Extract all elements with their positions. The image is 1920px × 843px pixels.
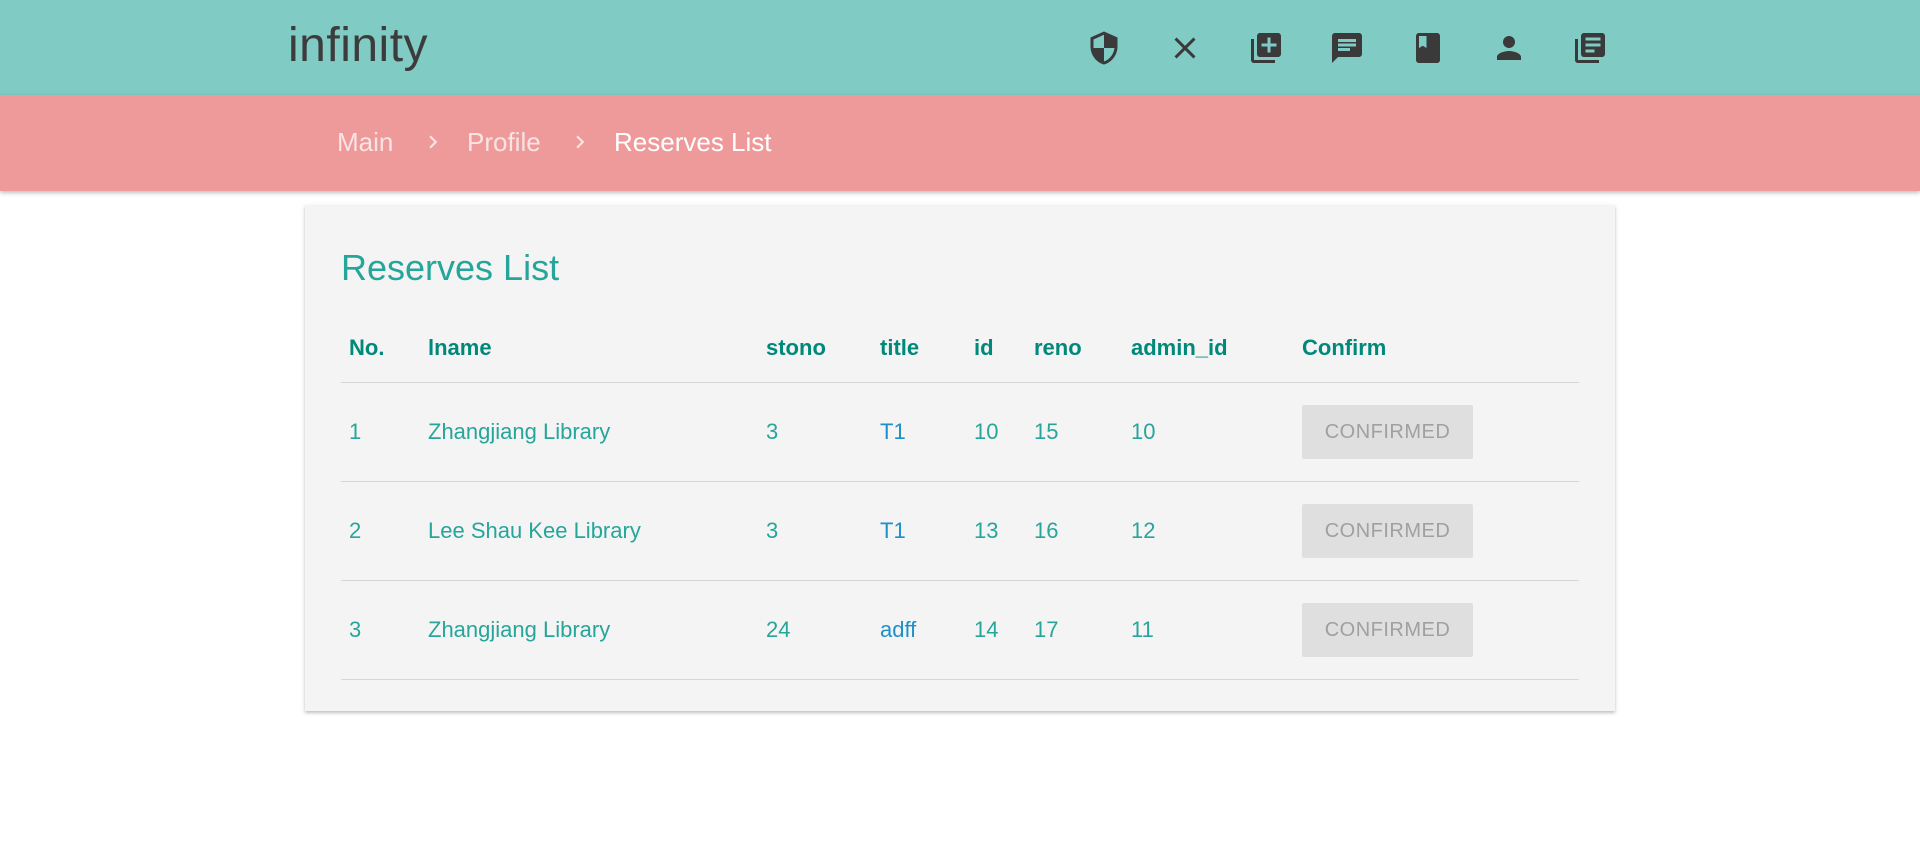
table-row: 2 Lee Shau Kee Library 3 T1 13 16 12 CON… [341,482,1579,581]
cell-no: 2 [349,518,362,543]
breadcrumb-main[interactable]: Main [337,127,393,158]
column-header-lname: lname [428,335,492,360]
cell-lname: Zhangjiang Library [428,617,611,642]
cell-id: 14 [974,617,999,642]
breadcrumb-profile[interactable]: Profile [467,127,541,158]
cell-id: 13 [974,518,999,543]
cell-reno: 15 [1034,419,1059,444]
cell-title-link[interactable]: T1 [880,419,906,445]
cell-stono: 3 [766,419,779,444]
column-header-no: No. [349,335,385,360]
cell-lname: Lee Shau Kee Library [428,518,641,543]
library-books-icon[interactable] [1566,24,1614,72]
person-icon[interactable] [1485,24,1533,72]
cell-id: 10 [974,419,999,444]
column-header-id: id [974,335,994,360]
cell-title-link[interactable]: T1 [880,518,906,544]
cell-admin-id: 11 [1131,617,1154,642]
cell-no: 3 [349,617,362,642]
book-icon[interactable] [1404,24,1452,72]
add-library-icon[interactable] [1242,24,1290,72]
cell-title-link[interactable]: adff [880,617,916,643]
column-header-title: title [880,335,920,360]
column-header-stono: stono [766,335,826,360]
chevron-right-icon [567,129,593,155]
cell-admin-id: 10 [1131,419,1156,444]
breadcrumb: Main Profile Reserves List [0,95,1920,191]
cell-admin-id: 12 [1131,518,1156,543]
chevron-right-icon [420,129,446,155]
shield-icon[interactable] [1080,24,1128,72]
cell-no: 1 [349,419,362,444]
message-icon[interactable] [1323,24,1371,72]
page-title: Reserves List [341,247,560,288]
column-header-reno: reno [1034,335,1082,360]
cell-lname: Zhangjiang Library [428,419,611,444]
reserves-table: No. lname stono title id reno admin_id C… [341,315,1579,680]
column-header-confirm: Confirm [1302,335,1387,360]
table-header: No. lname stono title id reno admin_id C… [341,315,1579,383]
table-row: 1 Zhangjiang Library 3 T1 10 15 10 CONFI… [341,383,1579,482]
table-row: 3 Zhangjiang Library 24 adff 14 17 11 CO… [341,581,1579,680]
cell-reno: 17 [1034,617,1059,642]
cell-stono: 3 [766,518,779,543]
confirmed-button[interactable]: CONFIRMED [1302,405,1473,459]
top-app-bar: infinity [0,0,1920,95]
close-icon[interactable] [1161,24,1209,72]
column-header-admin-id: admin_id [1131,335,1228,360]
cell-stono: 24 [766,617,791,642]
confirmed-button[interactable]: CONFIRMED [1302,504,1473,558]
cell-reno: 16 [1034,518,1059,543]
brand-logo[interactable]: infinity [288,18,428,73]
breadcrumb-reserves-list[interactable]: Reserves List [614,127,772,158]
reserves-card: Reserves List No. lname stono title id r… [305,205,1615,711]
confirmed-button[interactable]: CONFIRMED [1302,603,1473,657]
